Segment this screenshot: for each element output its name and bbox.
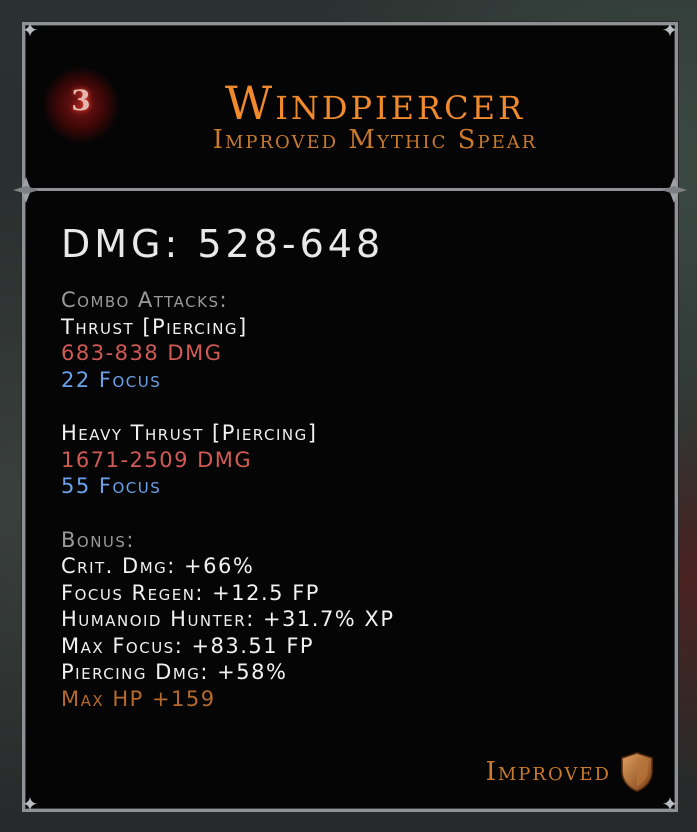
bonus-stat: Max Focus: +83.51 FP — [61, 633, 315, 658]
attack-focus-cost: 55 Focus — [61, 474, 162, 498]
divider-ornament-icon — [661, 177, 687, 203]
divider-ornament-icon — [13, 177, 39, 203]
tooltip-header: 3 Windpiercer Improved Mythic Spear — [25, 25, 675, 191]
tier-badge: 3 — [43, 67, 119, 143]
quality-label: Improved — [485, 757, 611, 787]
bonus-stat: Humanoid Hunter: +31.7% XP — [61, 607, 395, 631]
item-tooltip: ✦ ✦ ✦ ✦ 3 Windpiercer Improved Mythic Sp… — [13, 19, 687, 816]
attack-damage: 1671-2509 DMG — [61, 447, 253, 472]
bonus-stat: Crit. Dmg: +66% — [61, 554, 255, 578]
base-damage: DMG: 528-648 — [61, 222, 385, 266]
corner-ornament-icon: ✦ — [661, 792, 679, 816]
quality-footer: Improved — [486, 751, 655, 793]
attack-name: Thrust [Piercing] — [61, 314, 248, 339]
corner-ornament-icon: ✦ — [21, 792, 39, 816]
attack-damage: 683-838 DMG — [61, 341, 223, 365]
special-bonus-stat: Max HP +159 — [61, 686, 216, 711]
attack-name: Heavy Thrust [Piercing] — [61, 421, 318, 445]
item-subtitle: Improved Mythic Spear — [212, 125, 538, 155]
bonus-stat: Piercing Dmg: +58% — [61, 660, 288, 684]
combo-header: Combo Attacks: — [61, 288, 229, 312]
tier-number: 3 — [71, 84, 91, 117]
shield-icon — [621, 752, 653, 792]
attack-focus-cost: 22 Focus — [61, 367, 162, 392]
item-name: Windpiercer — [224, 76, 526, 130]
tooltip-body: DMG: 528-648 Combo Attacks: Thrust [Pier… — [61, 221, 645, 712]
bonus-header: Bonus: — [61, 527, 136, 552]
bonus-stat: Focus Regen: +12.5 FP — [61, 580, 320, 605]
